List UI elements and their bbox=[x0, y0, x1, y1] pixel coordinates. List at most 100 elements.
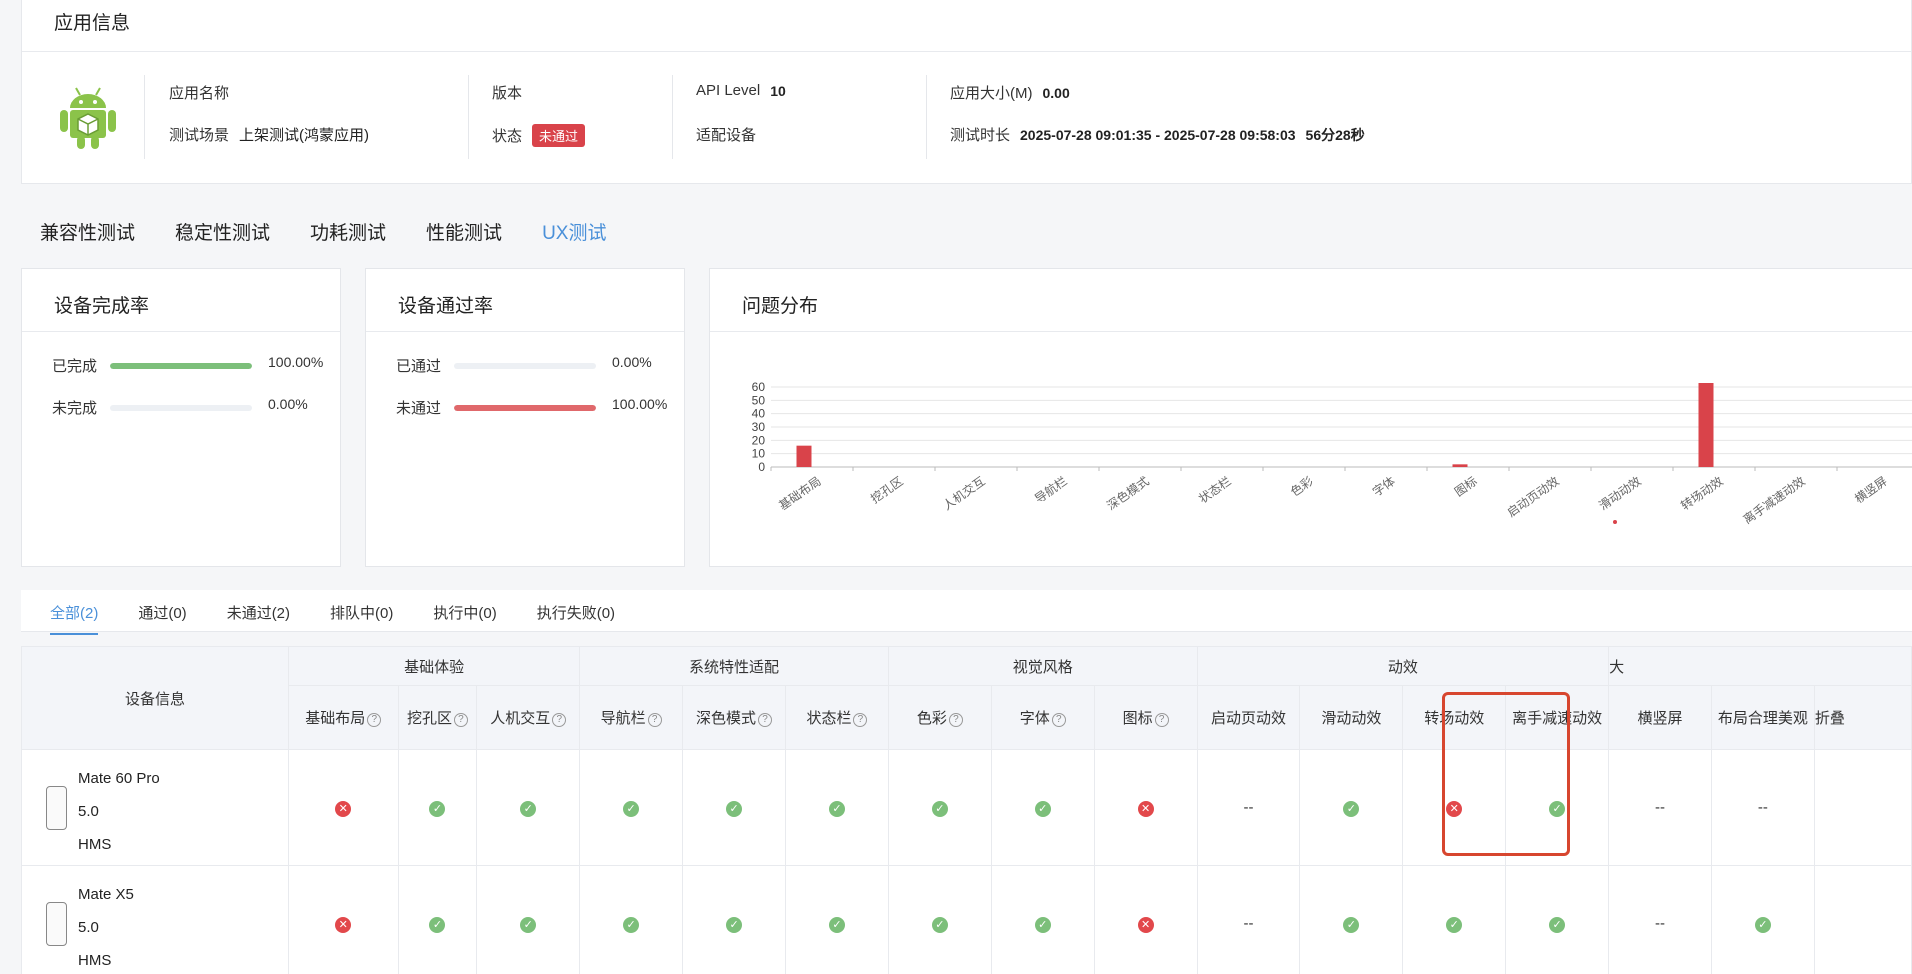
result-table: 设备信息 基础体验 系统特性适配 视觉风格 动效大 基础布局? 挖孔区? 人机交互? 导航栏?… bbox=[21, 646, 1912, 974]
filter-tab-all[interactable]: 全部(2) bbox=[50, 602, 99, 635]
tab-ux[interactable]: UX测试 bbox=[542, 218, 606, 245]
pass-check-icon: ✓ bbox=[520, 800, 537, 817]
duration-row: 测试时长 2025-07-28 09:01:35 - 2025-07-28 09… bbox=[950, 124, 1365, 145]
x-tick-label: 转场动效 bbox=[1678, 473, 1726, 513]
column-header: 基础布局? bbox=[287, 685, 399, 750]
x-tick-label: 导航栏 bbox=[1032, 473, 1070, 506]
duration-total: 56分28秒 bbox=[1305, 126, 1365, 143]
column-header-label: 布局合理美观 bbox=[1717, 710, 1808, 727]
result-cell: ✓ bbox=[397, 865, 478, 974]
device-name: Mate 60 Pro bbox=[78, 770, 160, 787]
column-header-label: 色彩 bbox=[916, 710, 947, 727]
result-cell: ✓ bbox=[785, 749, 889, 866]
result-filter-bar: 全部(2) 通过(0) 未通过(2) 排队中(0) 执行中(0) 执行失败(0) bbox=[21, 590, 1912, 635]
passed-value: 0.00% bbox=[612, 353, 652, 370]
issue-distribution-chart: 0102030405060 基础布局 挖孔区 人机交互 导航栏 深色模式 状态栏 色彩 字体 图标… bbox=[752, 380, 1912, 527]
result-cell: ✓ bbox=[1505, 749, 1610, 866]
result-cell: ✓ bbox=[990, 865, 1095, 974]
column-header: 色彩? bbox=[887, 685, 992, 750]
failed-row: 未通过 100.00% bbox=[396, 396, 667, 418]
tab-stability[interactable]: 稳定性测试 bbox=[175, 218, 270, 245]
column-header-label: 转场动效 bbox=[1424, 710, 1485, 727]
android-robot-icon bbox=[60, 87, 116, 149]
help-icon[interactable]: ? bbox=[1154, 713, 1169, 727]
completed-label: 已完成 bbox=[52, 358, 98, 375]
help-icon[interactable]: ? bbox=[1051, 713, 1066, 727]
help-icon[interactable]: ? bbox=[367, 713, 382, 727]
test-type-tabs: 兼容性测试 稳定性测试 功耗测试 性能测试 UX测试 bbox=[40, 218, 606, 245]
result-cell: ✓ bbox=[785, 865, 889, 974]
test-scene-row: 测试场景 上架测试(鸿蒙应用) bbox=[169, 124, 369, 145]
filter-tab-running[interactable]: 执行中(0) bbox=[433, 602, 496, 623]
pass-check-icon: ✓ bbox=[520, 916, 537, 933]
column-header-label: 导航栏 bbox=[600, 710, 646, 727]
pass-check-icon: ✓ bbox=[1343, 800, 1360, 817]
progress-fill bbox=[454, 404, 596, 411]
device-os: HMS bbox=[78, 836, 112, 853]
table-row: Mate 60 Pro 5.0 HMS ✕ ✓ ✓ ✓ ✓ ✓ ✓ ✓ ✕ -- ✓ ✕ ✓ -- -- bbox=[21, 749, 1912, 866]
card-title: 设备完成率 bbox=[54, 296, 150, 317]
result-cell bbox=[1813, 749, 1912, 866]
status-badge: 未通过 bbox=[532, 124, 586, 147]
app-info-panel: 应用信息 应用名称 测试场景 上架测试(鸿蒙应用) 版本 状态 未通过 API … bbox=[21, 0, 1912, 184]
column-header: 状态栏? bbox=[785, 685, 889, 750]
y-tick-label: 10 bbox=[752, 447, 766, 461]
result-cell: ✓ bbox=[682, 749, 786, 866]
help-icon[interactable]: ? bbox=[647, 713, 662, 727]
version-row: 版本 bbox=[492, 82, 522, 103]
column-header: 滑动动效 bbox=[1299, 685, 1404, 750]
filter-tab-passed[interactable]: 通过(0) bbox=[138, 602, 186, 623]
column-header: 挖孔区? bbox=[397, 685, 478, 750]
y-tick-label: 30 bbox=[752, 420, 766, 434]
tab-compatibility[interactable]: 兼容性测试 bbox=[40, 218, 135, 245]
api-level-label: API Level bbox=[696, 82, 761, 99]
fail-cross-icon: ✕ bbox=[1446, 800, 1463, 817]
group-header: 系统特性适配 bbox=[579, 646, 889, 686]
card-title: 问题分布 bbox=[742, 296, 819, 317]
help-icon[interactable]: ? bbox=[453, 713, 468, 727]
column-header-label: 人机交互 bbox=[490, 710, 551, 727]
result-cell: -- bbox=[1196, 865, 1301, 974]
device-os: HMS bbox=[78, 952, 112, 969]
fail-cross-icon: ✕ bbox=[1137, 800, 1154, 817]
pass-check-icon: ✓ bbox=[1343, 916, 1360, 933]
pass-check-icon: ✓ bbox=[623, 800, 640, 817]
tab-performance[interactable]: 性能测试 bbox=[426, 218, 502, 245]
help-icon[interactable]: ? bbox=[552, 713, 567, 727]
help-icon[interactable]: ? bbox=[948, 713, 963, 727]
column-header: 横竖屏 bbox=[1608, 685, 1712, 750]
filter-tab-queued[interactable]: 排队中(0) bbox=[330, 602, 393, 623]
filter-tab-failed[interactable]: 未通过(2) bbox=[227, 602, 290, 623]
card-title: 设备通过率 bbox=[398, 296, 494, 317]
pass-check-icon: ✓ bbox=[1034, 800, 1051, 817]
result-cell: ✓ bbox=[579, 749, 684, 866]
tab-power[interactable]: 功耗测试 bbox=[310, 218, 386, 245]
divider bbox=[468, 75, 469, 159]
duration-value: 2025-07-28 09:01:35 - 2025-07-28 09:58:0… bbox=[1020, 126, 1296, 143]
status-row: 状态 未通过 bbox=[492, 124, 586, 147]
result-cell: ✓ bbox=[887, 749, 992, 866]
result-cell: ✓ bbox=[476, 749, 581, 866]
device-info-cell: Mate X5 5.0 HMS bbox=[21, 865, 289, 974]
device-pass-card: 设备通过率 已通过 0.00% 未通过 100.00% bbox=[365, 268, 685, 567]
fail-cross-icon: ✕ bbox=[1137, 916, 1154, 933]
pass-check-icon: ✓ bbox=[1754, 916, 1771, 933]
device-version: 5.0 bbox=[78, 803, 99, 820]
column-header: 字体? bbox=[990, 685, 1095, 750]
filter-tab-error[interactable]: 执行失败(0) bbox=[537, 602, 615, 623]
column-header: 人机交互? bbox=[476, 685, 581, 750]
column-header-label: 离手减速动效 bbox=[1512, 710, 1603, 727]
pass-check-icon: ✓ bbox=[429, 800, 446, 817]
app-name-row: 应用名称 bbox=[169, 82, 229, 103]
group-header: 动效 bbox=[1196, 646, 1610, 686]
device-version: 5.0 bbox=[78, 919, 99, 936]
device-completion-card: 设备完成率 已完成 100.00% 未完成 0.00% bbox=[21, 268, 341, 567]
pass-check-icon: ✓ bbox=[1446, 916, 1463, 933]
uncompleted-value: 0.00% bbox=[268, 395, 308, 412]
adapt-device-label: 适配设备 bbox=[696, 127, 757, 144]
completed-progress-bar bbox=[110, 362, 252, 369]
help-icon[interactable]: ? bbox=[758, 713, 773, 727]
x-tick-label: 状态栏 bbox=[1196, 473, 1234, 506]
help-icon[interactable]: ? bbox=[853, 713, 868, 727]
result-cell: ✓ bbox=[1710, 865, 1815, 974]
